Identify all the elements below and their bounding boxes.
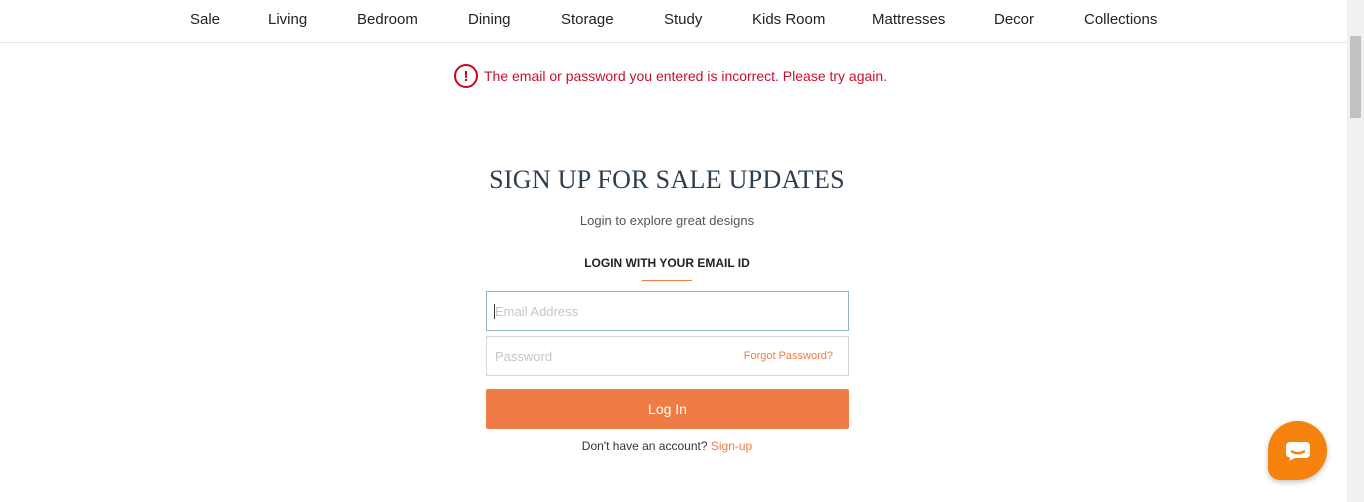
signup-link[interactable]: Sign-up <box>711 439 752 453</box>
error-text: The email or password you entered is inc… <box>484 68 888 84</box>
page-subtitle: Login to explore great designs <box>579 213 755 228</box>
nav-item-decor[interactable]: Decor <box>994 11 1034 28</box>
top-navigation: Sale Living Bedroom Dining Storage Study… <box>0 0 1347 43</box>
login-section-label: LOGIN WITH YOUR EMAIL ID <box>584 256 750 270</box>
nav-item-storage[interactable]: Storage <box>561 11 614 28</box>
nav-item-collections[interactable]: Collections <box>1084 11 1157 28</box>
login-button[interactable]: Log In <box>486 389 849 429</box>
email-input[interactable] <box>487 292 848 330</box>
forgot-password-link[interactable]: Forgot Password? <box>744 350 833 362</box>
chat-bubble-icon <box>1285 441 1310 461</box>
exclamation-circle-icon: ! <box>454 64 478 88</box>
text-caret <box>494 304 495 319</box>
nav-item-kids-room[interactable]: Kids Room <box>752 11 825 28</box>
nav-item-dining[interactable]: Dining <box>468 11 511 28</box>
page-title: SIGN UP FOR SALE UPDATES <box>489 165 845 194</box>
section-underline <box>642 280 692 281</box>
vertical-scrollbar[interactable] <box>1347 0 1364 502</box>
nav-item-mattresses[interactable]: Mattresses <box>872 11 945 28</box>
signup-prompt-text: Don't have an account? <box>581 439 708 453</box>
scrollbar-thumb[interactable] <box>1350 36 1361 118</box>
error-message: ! The email or password you entered is i… <box>454 64 887 88</box>
nav-item-study[interactable]: Study <box>664 11 702 28</box>
nav-item-living[interactable]: Living <box>268 11 307 28</box>
chat-button[interactable] <box>1268 421 1327 480</box>
nav-item-sale[interactable]: Sale <box>190 11 220 28</box>
email-field <box>486 291 849 331</box>
password-field: Forgot Password? <box>486 336 849 376</box>
signup-prompt: Don't have an account? Sign-up <box>0 439 1334 453</box>
nav-item-bedroom[interactable]: Bedroom <box>357 11 418 28</box>
